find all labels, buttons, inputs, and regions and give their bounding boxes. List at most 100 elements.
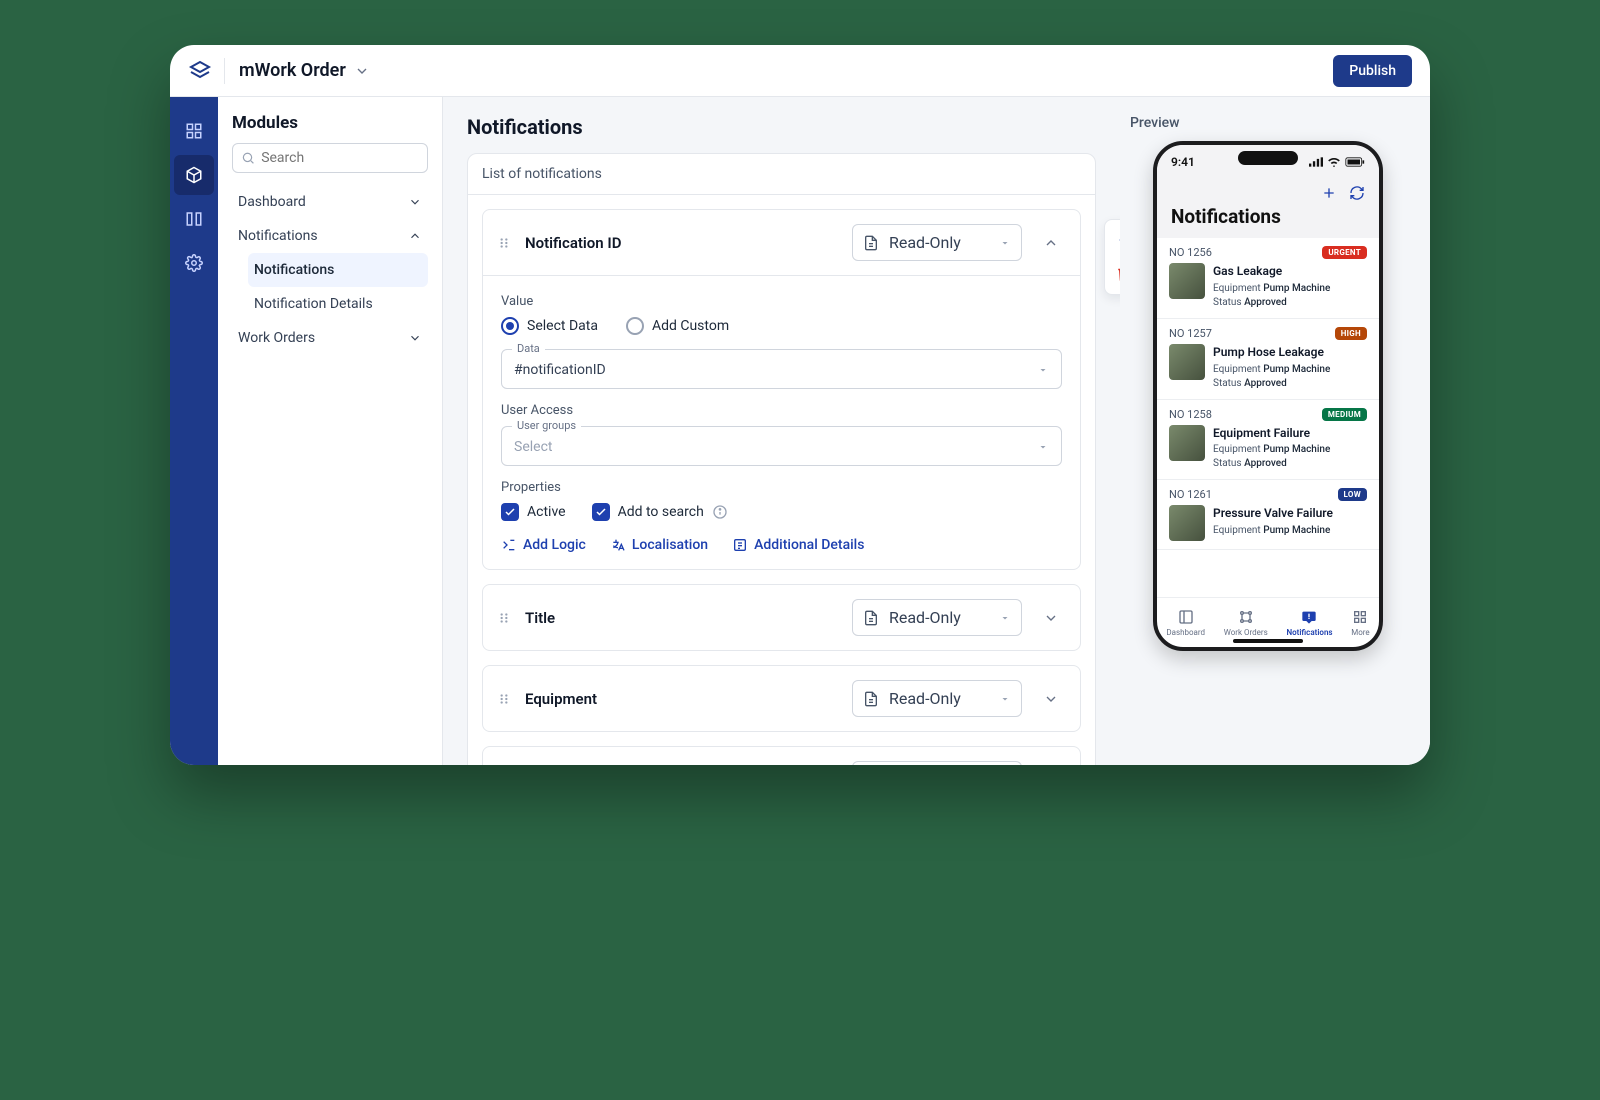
tab-notifications[interactable]: Notifications: [1286, 609, 1332, 637]
notification-card[interactable]: NO 1256URGENT Gas LeakageEquipment Pump …: [1157, 238, 1379, 319]
trash-icon: [1116, 265, 1120, 283]
tree-work-orders[interactable]: Work Orders: [232, 321, 428, 355]
collapse-button[interactable]: [1036, 228, 1066, 258]
card-thumbnail: [1169, 344, 1205, 380]
drag-handle-icon[interactable]: [497, 236, 511, 250]
preview-title: Preview: [1126, 115, 1410, 131]
refresh-icon[interactable]: [1349, 185, 1365, 201]
expand-button[interactable]: [1036, 765, 1066, 766]
gear-icon: [185, 254, 203, 272]
checkbox-add-to-search[interactable]: Add to search: [592, 503, 728, 521]
search-input[interactable]: [261, 150, 419, 166]
notification-card[interactable]: NO 1261LOW Pressure Valve FailureEquipme…: [1157, 480, 1379, 550]
phone-tabbar: Dashboard Work Orders Notifications More: [1157, 597, 1379, 647]
topbar: mWork Order Publish: [170, 45, 1430, 97]
notifications-panel: List of notifications Notification ID Re…: [467, 153, 1096, 765]
search-input-wrap[interactable]: [232, 143, 428, 173]
data-select[interactable]: Data #notificationID: [501, 349, 1062, 389]
modules-sidebar: Modules Dashboard Notifications Notifica…: [218, 97, 443, 765]
field-side-actions: [1104, 219, 1120, 295]
notification-card[interactable]: NO 1257HIGH Pump Hose LeakageEquipment P…: [1157, 319, 1379, 400]
field-mode-select[interactable]: Read-Only: [852, 680, 1022, 717]
phone-title: Notifications: [1171, 205, 1365, 228]
additional-details-link[interactable]: Additional Details: [732, 537, 864, 553]
tab-label: Dashboard: [1166, 628, 1205, 637]
document-icon: [863, 610, 879, 626]
chevron-down-icon: [408, 331, 422, 345]
card-equipment: Equipment Pump Machine: [1213, 363, 1330, 377]
chevron-down-icon: [1043, 691, 1059, 707]
columns-icon: [185, 210, 203, 228]
field-card-title: Title Read-Only: [482, 584, 1081, 651]
rail-settings[interactable]: [174, 243, 214, 283]
checkbox-label: Add to search: [618, 504, 704, 520]
expand-button[interactable]: [1036, 684, 1066, 714]
user-groups-select[interactable]: User groups Select: [501, 426, 1062, 466]
tree-notifications[interactable]: Notifications: [232, 219, 428, 253]
main-area: Notifications List of notifications Noti…: [443, 97, 1430, 765]
add-field-button[interactable]: [1111, 226, 1120, 254]
cube-icon: [185, 166, 203, 184]
chevron-down-icon: [408, 195, 422, 209]
tab-work-orders[interactable]: Work Orders: [1224, 609, 1268, 637]
field-body: Value Select Data Add Custom: [483, 275, 1080, 569]
tree-sub-notifications[interactable]: Notifications: [248, 253, 428, 287]
field-name: Equipment: [525, 690, 838, 708]
notification-card[interactable]: NO 1258MEDIUM Equipment FailureEquipment…: [1157, 400, 1379, 481]
caret-down-icon: [999, 612, 1011, 624]
card-id: NO 1257: [1169, 327, 1212, 340]
localisation-link[interactable]: Localisation: [610, 537, 708, 553]
tab-more[interactable]: More: [1351, 609, 1369, 637]
card-id: NO 1256: [1169, 246, 1212, 259]
panel-head: List of notifications: [468, 154, 1095, 195]
radio-add-custom[interactable]: Add Custom: [626, 317, 729, 335]
card-title: Gas Leakage: [1213, 263, 1330, 280]
field-mode-label: Read-Only: [889, 689, 961, 708]
radio-select-data[interactable]: Select Data: [501, 317, 598, 335]
card-title: Pump Hose Leakage: [1213, 344, 1330, 361]
tree-label: Notifications: [254, 262, 334, 278]
translate-icon: [610, 537, 626, 553]
rail-modules[interactable]: [174, 155, 214, 195]
field-mode-select[interactable]: Read-Only: [852, 599, 1022, 636]
app-logo-icon: [188, 59, 212, 83]
publish-button[interactable]: Publish: [1333, 55, 1412, 87]
grid-icon: [185, 122, 203, 140]
info-icon[interactable]: [712, 504, 728, 520]
add-logic-link[interactable]: Add Logic: [501, 537, 586, 553]
rail-layout[interactable]: [174, 199, 214, 239]
signal-icon: [1309, 157, 1323, 167]
drag-handle-icon[interactable]: [497, 611, 511, 625]
document-icon: [863, 691, 879, 707]
card-equipment: Equipment Pump Machine: [1213, 282, 1330, 296]
tab-dashboard[interactable]: Dashboard: [1166, 609, 1205, 637]
tools-icon: [1238, 609, 1254, 625]
drag-handle-icon[interactable]: [497, 692, 511, 706]
radio-label: Add Custom: [652, 318, 729, 334]
card-thumbnail: [1169, 263, 1205, 299]
check-icon: [504, 506, 516, 518]
field-mode-select[interactable]: Read-Only: [852, 224, 1022, 261]
battery-icon: [1345, 157, 1365, 167]
app-title[interactable]: mWork Order: [239, 60, 346, 81]
tree-dashboard[interactable]: Dashboard: [232, 185, 428, 219]
checkbox-active[interactable]: Active: [501, 503, 566, 521]
caret-down-icon: [999, 693, 1011, 705]
chevron-down-icon[interactable]: [354, 63, 370, 79]
tree-sub-notification-details[interactable]: Notification Details: [248, 287, 428, 321]
phone-preview: 9:41 Notifications: [1153, 141, 1383, 651]
priority-badge: MEDIUM: [1322, 408, 1367, 421]
phone-list[interactable]: NO 1256URGENT Gas LeakageEquipment Pump …: [1157, 238, 1379, 597]
chevron-down-icon: [1043, 610, 1059, 626]
expand-button[interactable]: [1036, 603, 1066, 633]
details-icon: [732, 537, 748, 553]
plus-icon[interactable]: [1321, 185, 1337, 201]
card-id: NO 1261: [1169, 488, 1212, 501]
card-equipment: Equipment Pump Machine: [1213, 443, 1330, 457]
field-mode-select[interactable]: Read-Only: [852, 761, 1022, 765]
data-value: #notificationID: [514, 362, 606, 378]
data-float-label: Data: [512, 342, 545, 355]
delete-field-button[interactable]: [1111, 260, 1120, 288]
rail-dashboard[interactable]: [174, 111, 214, 151]
editor: Notifications List of notifications Noti…: [443, 97, 1120, 765]
